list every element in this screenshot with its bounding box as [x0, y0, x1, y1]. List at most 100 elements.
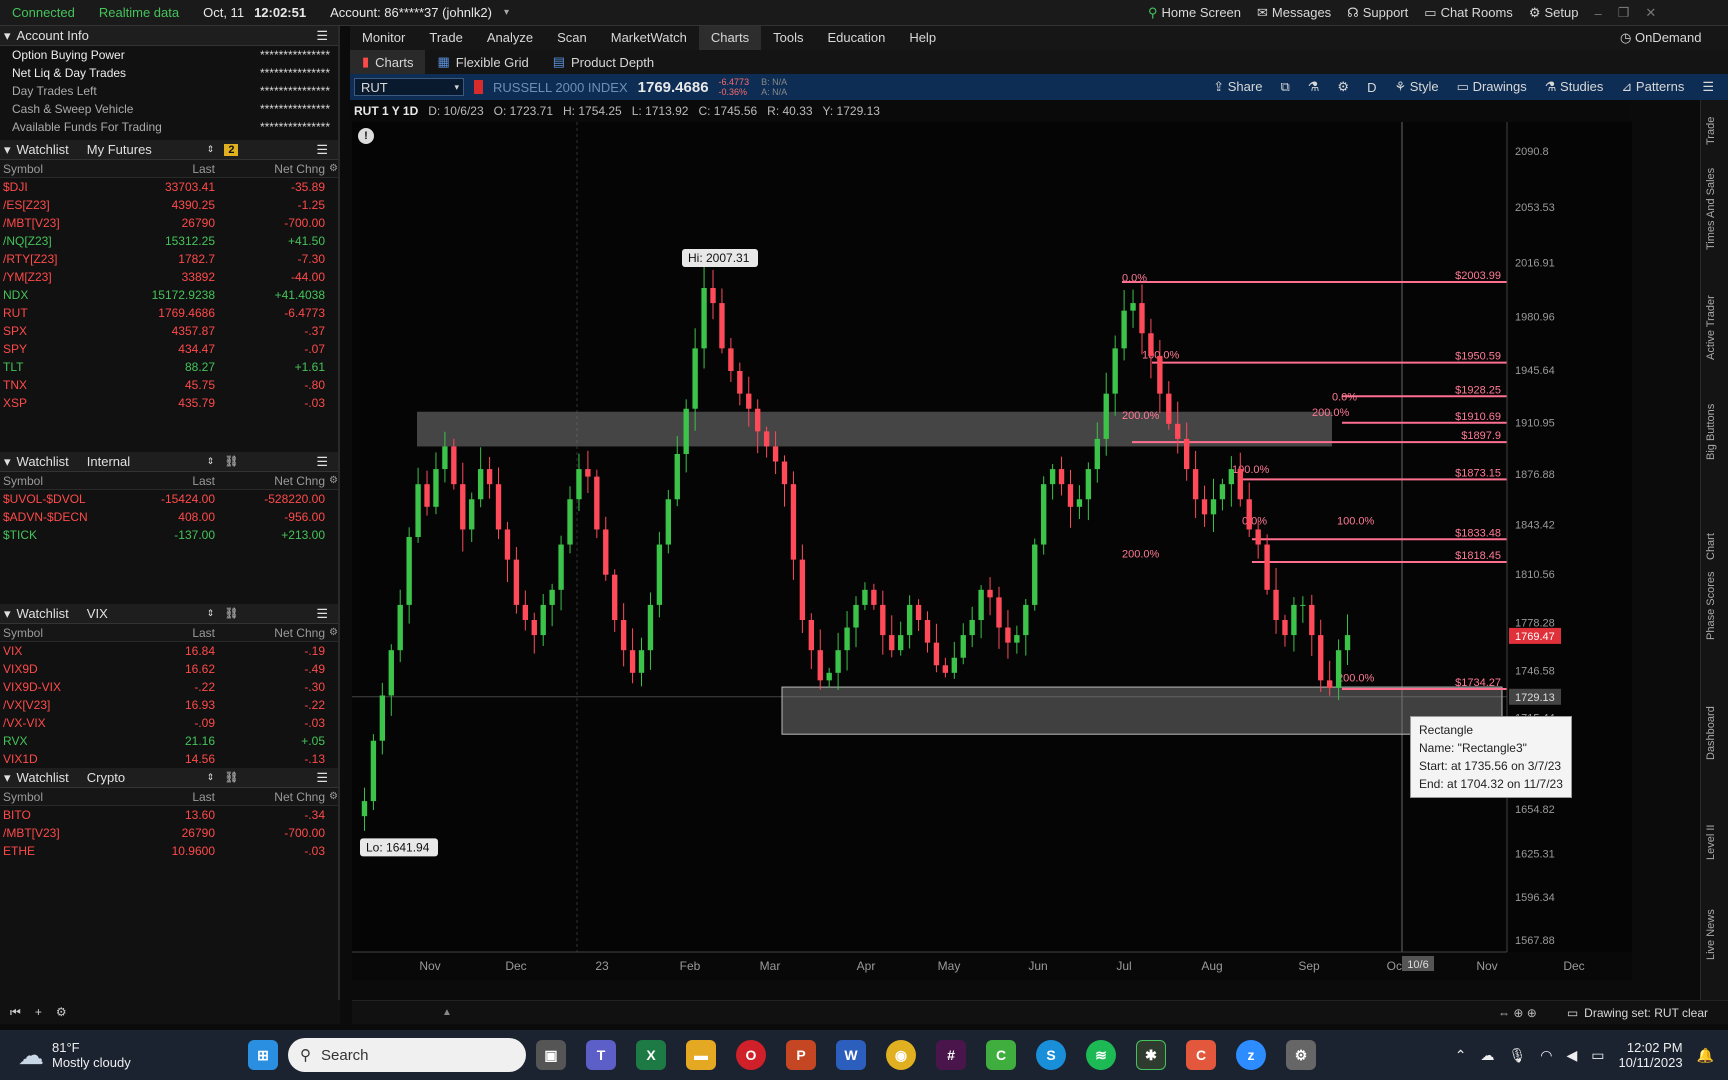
- table-row[interactable]: VIX1D 14.56 -.13: [0, 750, 338, 768]
- menu-icon[interactable]: ☰: [316, 28, 328, 44]
- gear-icon[interactable]: ⚙: [56, 1005, 67, 1019]
- timeframe-label[interactable]: RUT 1 Y 1D: [354, 104, 418, 118]
- column-net-change[interactable]: Net Chng: [215, 162, 325, 176]
- chevron-down-icon[interactable]: ▾: [504, 7, 509, 18]
- patterns-button[interactable]: ⊿ Patterns: [1621, 79, 1684, 95]
- menu-item-education[interactable]: Education: [815, 26, 897, 50]
- opera-icon[interactable]: O: [736, 1040, 766, 1070]
- screenshot-icon[interactable]: ⧉: [1280, 79, 1289, 95]
- minimize-button[interactable]: –: [1594, 6, 1601, 21]
- menu-item-trade[interactable]: Trade: [417, 26, 474, 50]
- symbol-input[interactable]: RUT ▾: [354, 78, 464, 96]
- chrome-icon[interactable]: ◉: [886, 1040, 916, 1070]
- settings-gear-icon[interactable]: ⚙: [1337, 79, 1349, 95]
- word-icon[interactable]: W: [836, 1040, 866, 1070]
- menu-icon[interactable]: ☰: [316, 606, 328, 622]
- style-button[interactable]: ⚘ Style: [1394, 79, 1438, 95]
- zoom-icon[interactable]: z: [1236, 1040, 1266, 1070]
- gear-icon[interactable]: ⚙: [329, 627, 338, 638]
- gear-icon[interactable]: ⚙: [329, 791, 338, 802]
- column-last[interactable]: Last: [120, 626, 215, 640]
- account-info-header[interactable]: ▾ Account Info ☰: [0, 26, 338, 46]
- column-symbol[interactable]: Symbol: [0, 626, 120, 640]
- support-zone-rectangle3[interactable]: [781, 686, 1503, 735]
- table-row[interactable]: /VX[V23] 16.93 -.22: [0, 696, 338, 714]
- sort-arrows-icon[interactable]: ⇕: [207, 456, 215, 467]
- menu-item-help[interactable]: Help: [897, 26, 948, 50]
- close-button[interactable]: ✕: [1645, 5, 1656, 21]
- column-net-change[interactable]: Net Chng: [215, 626, 325, 640]
- table-row[interactable]: $DJI 33703.41 -35.89: [0, 178, 338, 196]
- collapse-icon[interactable]: ▾: [4, 770, 11, 786]
- subtab-charts[interactable]: ▮ Charts: [350, 50, 426, 74]
- collapse-icon[interactable]: ▾: [4, 454, 11, 470]
- battery-icon[interactable]: ▭: [1591, 1047, 1604, 1064]
- clock[interactable]: 12:02 PM 10/11/2023: [1618, 1040, 1682, 1070]
- menu-icon[interactable]: ☰: [316, 142, 328, 158]
- table-row[interactable]: /MBT[V23] 26790 -700.00: [0, 214, 338, 232]
- support-link[interactable]: ☊ Support: [1347, 5, 1408, 21]
- search-box[interactable]: ⚲ Search: [288, 1038, 526, 1072]
- sort-arrows-icon[interactable]: ⇕: [207, 608, 215, 619]
- menu-item-charts[interactable]: Charts: [698, 26, 762, 50]
- messages-link[interactable]: ✉ Messages: [1257, 5, 1331, 21]
- speaker-icon[interactable]: ◀: [1566, 1047, 1577, 1064]
- table-row[interactable]: $TICK -137.00 +213.00: [0, 526, 338, 544]
- watchlist-header[interactable]: ▾ Watchlist Crypto ⇕ ⛓ ☰: [0, 768, 338, 788]
- rail-tab-times-and-sales[interactable]: Times And Sales: [1705, 168, 1717, 250]
- folder-icon[interactable]: ▬: [686, 1040, 716, 1070]
- table-row[interactable]: SPX 4357.87 -.37: [0, 322, 338, 340]
- rail-tab-active-trader[interactable]: Active Trader: [1705, 295, 1717, 360]
- rail-tab-level-ii[interactable]: Level II: [1705, 825, 1717, 860]
- rail-tab-phase-scores[interactable]: Phase Scores: [1705, 572, 1717, 640]
- home-screen-link[interactable]: ⚲ Home Screen: [1148, 5, 1241, 21]
- menu-item-tools[interactable]: Tools: [761, 26, 815, 50]
- teams-icon[interactable]: T: [586, 1040, 616, 1070]
- wifi-icon[interactable]: ◠: [1540, 1047, 1552, 1064]
- chevron-up-icon[interactable]: ⌃: [1455, 1047, 1467, 1064]
- account-selector[interactable]: Account: 86*****37 (johnlk2): [318, 5, 504, 20]
- link-icon[interactable]: ⛓: [224, 455, 238, 468]
- subtab-product-depth[interactable]: ▤ Product Depth: [541, 50, 666, 74]
- link-badge[interactable]: 2: [224, 143, 239, 156]
- rail-tab-big-buttons[interactable]: Big Buttons: [1705, 404, 1717, 460]
- rail-tab-dashboard[interactable]: Dashboard: [1705, 706, 1717, 760]
- collapse-icon[interactable]: ▾: [4, 28, 11, 44]
- menu-icon[interactable]: ☰: [316, 454, 328, 470]
- column-last[interactable]: Last: [120, 474, 215, 488]
- menu-icon[interactable]: ☰: [1702, 79, 1714, 95]
- table-row[interactable]: /ES[Z23] 4390.25 -1.25: [0, 196, 338, 214]
- table-row[interactable]: TLT 88.27 +1.61: [0, 358, 338, 376]
- drawings-button[interactable]: ▭ Drawings: [1457, 79, 1527, 95]
- windows-start-icon[interactable]: ⊞: [248, 1040, 278, 1070]
- table-row[interactable]: VIX 16.84 -.19: [0, 642, 338, 660]
- column-symbol[interactable]: Symbol: [0, 474, 120, 488]
- slack-icon[interactable]: #: [936, 1040, 966, 1070]
- period-selector[interactable]: D: [1367, 80, 1376, 95]
- sort-arrows-icon[interactable]: ⇕: [207, 144, 215, 155]
- excel-icon[interactable]: X: [636, 1040, 666, 1070]
- price-chart[interactable]: $2003.99 $1950.59 $1928.25 $1910.69 $1897.9 $…: [352, 122, 1632, 980]
- table-row[interactable]: /RTY[Z23] 1782.7 -7.30: [0, 250, 338, 268]
- link-color-icon[interactable]: [474, 80, 483, 94]
- camtasia-icon[interactable]: C: [986, 1040, 1016, 1070]
- scroll-controls[interactable]: ⇔ ⊕ ⊕: [1498, 1006, 1537, 1020]
- link-icon[interactable]: ⛓: [224, 771, 238, 784]
- share-button[interactable]: ⇪ Share: [1213, 79, 1262, 95]
- table-row[interactable]: VIX9D-VIX -.22 -.30: [0, 678, 338, 696]
- settings-icon[interactable]: ⚙: [1286, 1040, 1316, 1070]
- menu-item-analyze[interactable]: Analyze: [475, 26, 545, 50]
- table-row[interactable]: /YM[Z23] 33892 -44.00: [0, 268, 338, 286]
- first-icon[interactable]: ⏮: [10, 1005, 21, 1020]
- powerpoint-icon[interactable]: P: [786, 1040, 816, 1070]
- table-row[interactable]: RUT 1769.4686 -6.4773: [0, 304, 338, 322]
- column-net-change[interactable]: Net Chng: [215, 474, 325, 488]
- thinkorswim-icon[interactable]: ✱: [1136, 1040, 1166, 1070]
- column-net-change[interactable]: Net Chng: [215, 790, 325, 804]
- maximize-button[interactable]: ❐: [1618, 5, 1630, 21]
- table-row[interactable]: ETHE 10.9600 -.03: [0, 842, 338, 860]
- table-row[interactable]: $ADVN-$DECN 408.00 -956.00: [0, 508, 338, 526]
- table-row[interactable]: TNX 45.75 -.80: [0, 376, 338, 394]
- add-icon[interactable]: +: [35, 1005, 42, 1019]
- menu-item-monitor[interactable]: Monitor: [350, 26, 417, 50]
